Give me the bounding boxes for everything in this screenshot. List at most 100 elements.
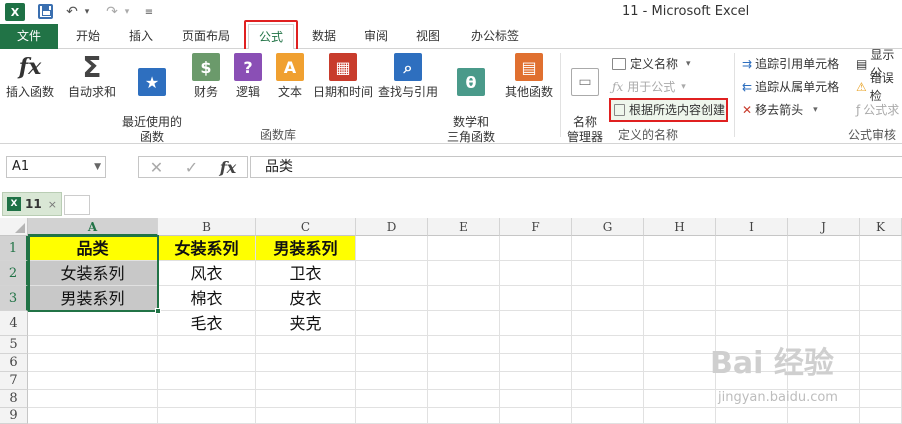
column-header-k[interactable]: K <box>860 218 902 236</box>
fill-handle[interactable] <box>155 308 161 314</box>
date-time-button[interactable]: ▦ 日期和时间 <box>310 53 376 100</box>
row-header-5[interactable]: 5 <box>0 336 28 354</box>
empty-cell[interactable] <box>256 354 356 372</box>
empty-cell[interactable] <box>28 354 158 372</box>
financial-button[interactable]: $ 财务 <box>190 53 222 100</box>
tab-file[interactable]: 文件 <box>0 24 58 49</box>
logical-button[interactable]: ? 逻辑 <box>232 53 264 100</box>
more-functions-button[interactable]: ▤ 其他函数 <box>502 53 556 100</box>
tab-view[interactable]: 视图 <box>406 24 450 49</box>
row-header-8[interactable]: 8 <box>0 390 28 408</box>
chevron-down-icon[interactable]: ▼ <box>94 157 101 177</box>
empty-cell[interactable] <box>428 372 500 390</box>
empty-cell[interactable] <box>428 354 500 372</box>
trace-precedents-button[interactable]: ⇉ 追踪引用单元格 <box>742 55 839 73</box>
tab-insert[interactable]: 插入 <box>118 24 164 49</box>
cell-a4[interactable] <box>28 311 158 336</box>
cell-b2[interactable]: 风衣 <box>158 261 256 286</box>
column-header-j[interactable]: J <box>788 218 860 236</box>
empty-cell[interactable] <box>428 286 500 311</box>
empty-cell[interactable] <box>256 372 356 390</box>
empty-cell[interactable] <box>428 408 500 424</box>
formula-input[interactable]: 品类 <box>250 156 902 178</box>
empty-cell[interactable] <box>356 372 428 390</box>
empty-cell[interactable] <box>428 236 500 261</box>
empty-cell[interactable] <box>572 261 644 286</box>
tab-data[interactable]: 数据 <box>302 24 346 49</box>
empty-cell[interactable] <box>572 236 644 261</box>
name-box[interactable]: A1 ▼ <box>6 156 106 178</box>
empty-cell[interactable] <box>572 390 644 408</box>
row-header-7[interactable]: 7 <box>0 372 28 390</box>
empty-cell[interactable] <box>860 261 902 286</box>
new-tab-button[interactable] <box>64 195 90 215</box>
empty-cell[interactable] <box>644 261 716 286</box>
empty-cell[interactable] <box>428 390 500 408</box>
empty-cell[interactable] <box>428 311 500 336</box>
row-header-4[interactable]: 4 <box>0 311 28 336</box>
row-header-3[interactable]: 3 <box>0 286 28 311</box>
row-header-2[interactable]: 2 <box>0 261 28 286</box>
empty-cell[interactable] <box>256 408 356 424</box>
close-icon[interactable]: × <box>48 198 57 211</box>
customize-quick-access-icon[interactable]: ≡ <box>142 3 156 21</box>
recently-used-button[interactable]: ★ 最近使用的 函数 <box>120 53 184 145</box>
row-header-9[interactable]: 9 <box>0 408 28 424</box>
column-header-e[interactable]: E <box>428 218 500 236</box>
empty-cell[interactable] <box>572 354 644 372</box>
empty-cell[interactable] <box>788 261 860 286</box>
empty-cell[interactable] <box>644 286 716 311</box>
empty-cell[interactable] <box>500 390 572 408</box>
name-manager-button[interactable]: ▭ 名称 管理器 <box>564 53 606 145</box>
undo-icon[interactable]: ↶ <box>64 3 80 21</box>
empty-cell[interactable] <box>716 286 788 311</box>
cell-c1[interactable]: 男装系列 <box>256 236 356 261</box>
column-header-a[interactable]: A <box>28 218 158 236</box>
empty-cell[interactable] <box>572 311 644 336</box>
empty-cell[interactable] <box>28 336 158 354</box>
empty-cell[interactable] <box>500 354 572 372</box>
empty-cell[interactable] <box>428 336 500 354</box>
empty-cell[interactable] <box>572 372 644 390</box>
undo-dropdown-icon[interactable]: ▾ <box>82 3 92 21</box>
empty-cell[interactable] <box>500 261 572 286</box>
empty-cell[interactable] <box>356 286 428 311</box>
fx-icon[interactable]: fx <box>220 158 236 177</box>
tab-office-tab[interactable]: 办公标签 <box>460 24 530 49</box>
empty-cell[interactable] <box>500 408 572 424</box>
empty-cell[interactable] <box>28 372 158 390</box>
empty-cell[interactable] <box>356 408 428 424</box>
lookup-reference-button[interactable]: ⌕ 查找与引用 <box>376 53 440 100</box>
empty-cell[interactable] <box>356 311 428 336</box>
empty-cell[interactable] <box>356 390 428 408</box>
empty-cell[interactable] <box>500 372 572 390</box>
column-header-d[interactable]: D <box>356 218 428 236</box>
empty-cell[interactable] <box>716 261 788 286</box>
cell-b1[interactable]: 女装系列 <box>158 236 256 261</box>
use-in-formula-button[interactable]: ƒx 用于公式 ▾ <box>612 78 686 96</box>
empty-cell[interactable] <box>256 336 356 354</box>
insert-function-button[interactable]: fx 插入函数 <box>4 53 56 100</box>
empty-cell[interactable] <box>860 286 902 311</box>
save-icon[interactable] <box>38 4 53 19</box>
empty-cell[interactable] <box>28 390 158 408</box>
error-checking-button[interactable]: ⚠ 错误检 <box>856 71 902 103</box>
math-trig-button[interactable]: θ 数学和 三角函数 <box>440 53 502 145</box>
empty-cell[interactable] <box>356 236 428 261</box>
column-header-i[interactable]: I <box>716 218 788 236</box>
empty-cell[interactable] <box>158 372 256 390</box>
cell-c2[interactable]: 卫衣 <box>256 261 356 286</box>
remove-arrows-button[interactable]: ✕ 移去箭头 ▾ <box>742 101 818 119</box>
empty-cell[interactable] <box>572 286 644 311</box>
empty-cell[interactable] <box>356 261 428 286</box>
row-header-6[interactable]: 6 <box>0 354 28 372</box>
redo-dropdown-icon[interactable]: ▾ <box>122 3 132 21</box>
autosum-button[interactable]: Σ 自动求和 <box>66 53 118 100</box>
define-name-button[interactable]: 定义名称 ▾ <box>612 55 691 73</box>
cell-b4[interactable]: 毛衣 <box>158 311 256 336</box>
cell-c3[interactable]: 皮衣 <box>256 286 356 311</box>
empty-cell[interactable] <box>716 236 788 261</box>
cancel-icon[interactable]: ✕ <box>150 158 163 177</box>
column-header-g[interactable]: G <box>572 218 644 236</box>
tab-home[interactable]: 开始 <box>66 24 110 49</box>
